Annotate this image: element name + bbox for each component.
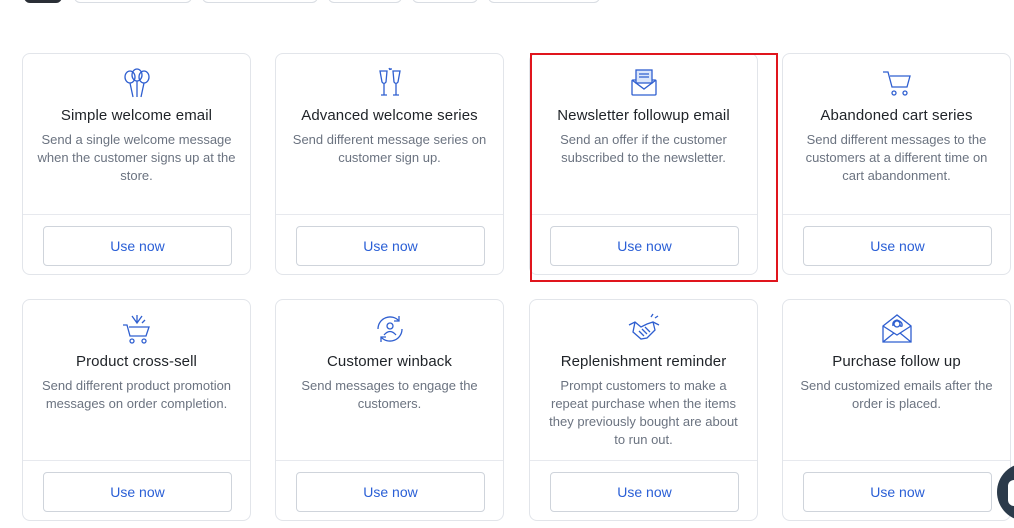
balloons-icon xyxy=(120,66,154,100)
card-divider xyxy=(783,460,1010,461)
use-now-button[interactable]: Use now xyxy=(550,226,739,266)
use-now-button[interactable]: Use now xyxy=(296,472,485,512)
card-description: Send messages to engage the customers. xyxy=(301,378,478,411)
tab-filter-3[interactable] xyxy=(328,0,402,3)
use-now-button[interactable]: Use now xyxy=(550,472,739,512)
champagne-glasses-icon xyxy=(373,66,407,100)
card-title: Simple welcome email xyxy=(60,107,213,124)
card-title: Customer winback xyxy=(327,353,452,370)
card-title: Purchase follow up xyxy=(832,353,961,370)
card-divider xyxy=(23,214,250,215)
card-divider xyxy=(276,460,503,461)
card-description: Send a single welcome message when the c… xyxy=(37,132,236,183)
template-card-customer-winback: Customer winback Send messages to engage… xyxy=(275,299,504,521)
email-at-icon xyxy=(880,312,914,346)
use-now-button[interactable]: Use now xyxy=(43,226,232,266)
card-divider xyxy=(23,460,250,461)
tab-filter-2[interactable] xyxy=(202,0,318,3)
tab-filter-1[interactable] xyxy=(74,0,192,3)
use-now-button[interactable]: Use now xyxy=(43,472,232,512)
template-card-abandoned-cart: Abandoned cart series Send different mes… xyxy=(782,53,1011,275)
card-description: Send customized emails after the order i… xyxy=(800,378,993,411)
user-refresh-icon xyxy=(373,312,407,346)
newsletter-envelope-icon xyxy=(627,66,661,100)
card-description: Send different message series on custome… xyxy=(292,132,487,165)
template-card-product-cross-sell: Product cross-sell Send different produc… xyxy=(22,299,251,521)
card-description: Send different product promotion message… xyxy=(41,378,232,411)
template-card-newsletter-followup: Newsletter followup email Send an offer … xyxy=(529,53,758,275)
card-divider xyxy=(783,214,1010,215)
tab-filter-5[interactable] xyxy=(488,0,600,3)
use-now-button[interactable]: Use now xyxy=(296,226,485,266)
tab-all[interactable] xyxy=(24,0,62,3)
use-now-button[interactable]: Use now xyxy=(803,472,992,512)
card-title: Abandoned cart series xyxy=(820,107,973,124)
card-divider xyxy=(530,460,757,461)
use-now-button[interactable]: Use now xyxy=(803,226,992,266)
card-title: Replenishment reminder xyxy=(560,353,727,370)
handshake-icon xyxy=(627,312,661,346)
cart-arrows-icon xyxy=(120,312,154,346)
card-description: Prompt customers to make a repeat purcha… xyxy=(549,378,738,447)
card-divider xyxy=(530,214,757,215)
template-card-replenishment-reminder: Replenishment reminder Prompt customers … xyxy=(529,299,758,521)
template-card-advanced-welcome: Advanced welcome series Send different m… xyxy=(275,53,504,275)
card-title: Product cross-sell xyxy=(75,353,197,370)
card-description: Send different messages to the customers… xyxy=(805,132,988,183)
card-title: Newsletter followup email xyxy=(557,107,730,124)
template-card-simple-welcome: Simple welcome email Send a single welco… xyxy=(22,53,251,275)
card-description: Send an offer if the customer subscribed… xyxy=(560,132,727,165)
card-divider xyxy=(276,214,503,215)
shopping-cart-icon xyxy=(880,66,914,100)
template-card-purchase-follow-up: Purchase follow up Send customized email… xyxy=(782,299,1011,521)
card-title: Advanced welcome series xyxy=(301,107,478,124)
chat-icon xyxy=(1008,480,1014,506)
tab-filter-4[interactable] xyxy=(412,0,478,3)
